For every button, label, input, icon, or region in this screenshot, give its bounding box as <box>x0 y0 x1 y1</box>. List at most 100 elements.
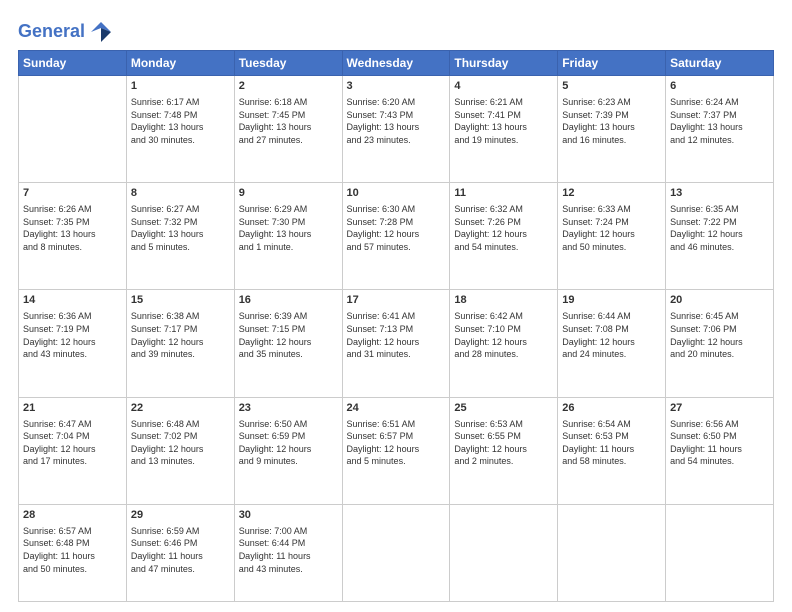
weekday-header-row: SundayMondayTuesdayWednesdayThursdayFrid… <box>19 51 774 76</box>
week-row-5: 28Sunrise: 6:57 AM Sunset: 6:48 PM Dayli… <box>19 504 774 601</box>
cell-info: Sunrise: 6:35 AM Sunset: 7:22 PM Dayligh… <box>670 203 769 253</box>
day-number: 24 <box>347 401 446 417</box>
calendar-cell: 12Sunrise: 6:33 AM Sunset: 7:24 PM Dayli… <box>558 183 666 290</box>
day-number: 17 <box>347 293 446 309</box>
day-number: 16 <box>239 293 338 309</box>
cell-info: Sunrise: 6:44 AM Sunset: 7:08 PM Dayligh… <box>562 310 661 360</box>
cell-info: Sunrise: 6:30 AM Sunset: 7:28 PM Dayligh… <box>347 203 446 253</box>
cell-info: Sunrise: 6:36 AM Sunset: 7:19 PM Dayligh… <box>23 310 122 360</box>
calendar-cell: 1Sunrise: 6:17 AM Sunset: 7:48 PM Daylig… <box>126 76 234 183</box>
calendar-cell: 23Sunrise: 6:50 AM Sunset: 6:59 PM Dayli… <box>234 397 342 504</box>
day-number: 22 <box>131 401 230 417</box>
day-number: 2 <box>239 79 338 95</box>
cell-info: Sunrise: 6:20 AM Sunset: 7:43 PM Dayligh… <box>347 96 446 146</box>
calendar-cell: 15Sunrise: 6:38 AM Sunset: 7:17 PM Dayli… <box>126 290 234 397</box>
cell-info: Sunrise: 6:32 AM Sunset: 7:26 PM Dayligh… <box>454 203 553 253</box>
calendar-cell: 7Sunrise: 6:26 AM Sunset: 7:35 PM Daylig… <box>19 183 127 290</box>
day-number: 23 <box>239 401 338 417</box>
calendar-cell: 16Sunrise: 6:39 AM Sunset: 7:15 PM Dayli… <box>234 290 342 397</box>
day-number: 29 <box>131 508 230 524</box>
logo: General <box>18 18 115 42</box>
calendar-cell: 29Sunrise: 6:59 AM Sunset: 6:46 PM Dayli… <box>126 504 234 601</box>
weekday-header-saturday: Saturday <box>666 51 774 76</box>
cell-info: Sunrise: 6:18 AM Sunset: 7:45 PM Dayligh… <box>239 96 338 146</box>
calendar-cell: 17Sunrise: 6:41 AM Sunset: 7:13 PM Dayli… <box>342 290 450 397</box>
day-number: 12 <box>562 186 661 202</box>
day-number: 6 <box>670 79 769 95</box>
cell-info: Sunrise: 6:38 AM Sunset: 7:17 PM Dayligh… <box>131 310 230 360</box>
week-row-3: 14Sunrise: 6:36 AM Sunset: 7:19 PM Dayli… <box>19 290 774 397</box>
calendar-cell: 5Sunrise: 6:23 AM Sunset: 7:39 PM Daylig… <box>558 76 666 183</box>
calendar-cell <box>558 504 666 601</box>
calendar-cell: 22Sunrise: 6:48 AM Sunset: 7:02 PM Dayli… <box>126 397 234 504</box>
day-number: 30 <box>239 508 338 524</box>
day-number: 4 <box>454 79 553 95</box>
cell-info: Sunrise: 6:23 AM Sunset: 7:39 PM Dayligh… <box>562 96 661 146</box>
cell-info: Sunrise: 6:48 AM Sunset: 7:02 PM Dayligh… <box>131 418 230 468</box>
calendar-cell: 3Sunrise: 6:20 AM Sunset: 7:43 PM Daylig… <box>342 76 450 183</box>
calendar-cell: 4Sunrise: 6:21 AM Sunset: 7:41 PM Daylig… <box>450 76 558 183</box>
day-number: 20 <box>670 293 769 309</box>
day-number: 11 <box>454 186 553 202</box>
calendar-cell <box>342 504 450 601</box>
day-number: 7 <box>23 186 122 202</box>
calendar-cell: 13Sunrise: 6:35 AM Sunset: 7:22 PM Dayli… <box>666 183 774 290</box>
cell-info: Sunrise: 6:33 AM Sunset: 7:24 PM Dayligh… <box>562 203 661 253</box>
day-number: 5 <box>562 79 661 95</box>
cell-info: Sunrise: 6:45 AM Sunset: 7:06 PM Dayligh… <box>670 310 769 360</box>
calendar-cell <box>19 76 127 183</box>
calendar-cell: 8Sunrise: 6:27 AM Sunset: 7:32 PM Daylig… <box>126 183 234 290</box>
calendar-cell <box>450 504 558 601</box>
logo-text: General <box>18 21 85 43</box>
calendar-cell: 26Sunrise: 6:54 AM Sunset: 6:53 PM Dayli… <box>558 397 666 504</box>
day-number: 28 <box>23 508 122 524</box>
week-row-4: 21Sunrise: 6:47 AM Sunset: 7:04 PM Dayli… <box>19 397 774 504</box>
day-number: 10 <box>347 186 446 202</box>
day-number: 18 <box>454 293 553 309</box>
calendar-cell: 20Sunrise: 6:45 AM Sunset: 7:06 PM Dayli… <box>666 290 774 397</box>
calendar-cell: 30Sunrise: 7:00 AM Sunset: 6:44 PM Dayli… <box>234 504 342 601</box>
day-number: 21 <box>23 401 122 417</box>
cell-info: Sunrise: 6:59 AM Sunset: 6:46 PM Dayligh… <box>131 525 230 575</box>
calendar-cell: 27Sunrise: 6:56 AM Sunset: 6:50 PM Dayli… <box>666 397 774 504</box>
day-number: 1 <box>131 79 230 95</box>
logo-icon <box>87 18 115 46</box>
weekday-header-friday: Friday <box>558 51 666 76</box>
cell-info: Sunrise: 6:41 AM Sunset: 7:13 PM Dayligh… <box>347 310 446 360</box>
cell-info: Sunrise: 6:29 AM Sunset: 7:30 PM Dayligh… <box>239 203 338 253</box>
weekday-header-wednesday: Wednesday <box>342 51 450 76</box>
calendar-cell: 18Sunrise: 6:42 AM Sunset: 7:10 PM Dayli… <box>450 290 558 397</box>
calendar-cell: 24Sunrise: 6:51 AM Sunset: 6:57 PM Dayli… <box>342 397 450 504</box>
cell-info: Sunrise: 6:17 AM Sunset: 7:48 PM Dayligh… <box>131 96 230 146</box>
cell-info: Sunrise: 6:54 AM Sunset: 6:53 PM Dayligh… <box>562 418 661 468</box>
day-number: 14 <box>23 293 122 309</box>
day-number: 25 <box>454 401 553 417</box>
day-number: 3 <box>347 79 446 95</box>
day-number: 13 <box>670 186 769 202</box>
calendar-cell: 10Sunrise: 6:30 AM Sunset: 7:28 PM Dayli… <box>342 183 450 290</box>
cell-info: Sunrise: 6:39 AM Sunset: 7:15 PM Dayligh… <box>239 310 338 360</box>
weekday-header-thursday: Thursday <box>450 51 558 76</box>
cell-info: Sunrise: 6:24 AM Sunset: 7:37 PM Dayligh… <box>670 96 769 146</box>
calendar-cell: 14Sunrise: 6:36 AM Sunset: 7:19 PM Dayli… <box>19 290 127 397</box>
cell-info: Sunrise: 6:27 AM Sunset: 7:32 PM Dayligh… <box>131 203 230 253</box>
day-number: 9 <box>239 186 338 202</box>
cell-info: Sunrise: 6:53 AM Sunset: 6:55 PM Dayligh… <box>454 418 553 468</box>
day-number: 15 <box>131 293 230 309</box>
week-row-1: 1Sunrise: 6:17 AM Sunset: 7:48 PM Daylig… <box>19 76 774 183</box>
calendar-cell: 11Sunrise: 6:32 AM Sunset: 7:26 PM Dayli… <box>450 183 558 290</box>
calendar-cell: 9Sunrise: 6:29 AM Sunset: 7:30 PM Daylig… <box>234 183 342 290</box>
cell-info: Sunrise: 7:00 AM Sunset: 6:44 PM Dayligh… <box>239 525 338 575</box>
weekday-header-monday: Monday <box>126 51 234 76</box>
day-number: 26 <box>562 401 661 417</box>
cell-info: Sunrise: 6:56 AM Sunset: 6:50 PM Dayligh… <box>670 418 769 468</box>
cell-info: Sunrise: 6:51 AM Sunset: 6:57 PM Dayligh… <box>347 418 446 468</box>
cell-info: Sunrise: 6:57 AM Sunset: 6:48 PM Dayligh… <box>23 525 122 575</box>
cell-info: Sunrise: 6:47 AM Sunset: 7:04 PM Dayligh… <box>23 418 122 468</box>
weekday-header-tuesday: Tuesday <box>234 51 342 76</box>
calendar-cell: 2Sunrise: 6:18 AM Sunset: 7:45 PM Daylig… <box>234 76 342 183</box>
calendar-cell: 28Sunrise: 6:57 AM Sunset: 6:48 PM Dayli… <box>19 504 127 601</box>
cell-info: Sunrise: 6:21 AM Sunset: 7:41 PM Dayligh… <box>454 96 553 146</box>
calendar-cell: 21Sunrise: 6:47 AM Sunset: 7:04 PM Dayli… <box>19 397 127 504</box>
day-number: 27 <box>670 401 769 417</box>
